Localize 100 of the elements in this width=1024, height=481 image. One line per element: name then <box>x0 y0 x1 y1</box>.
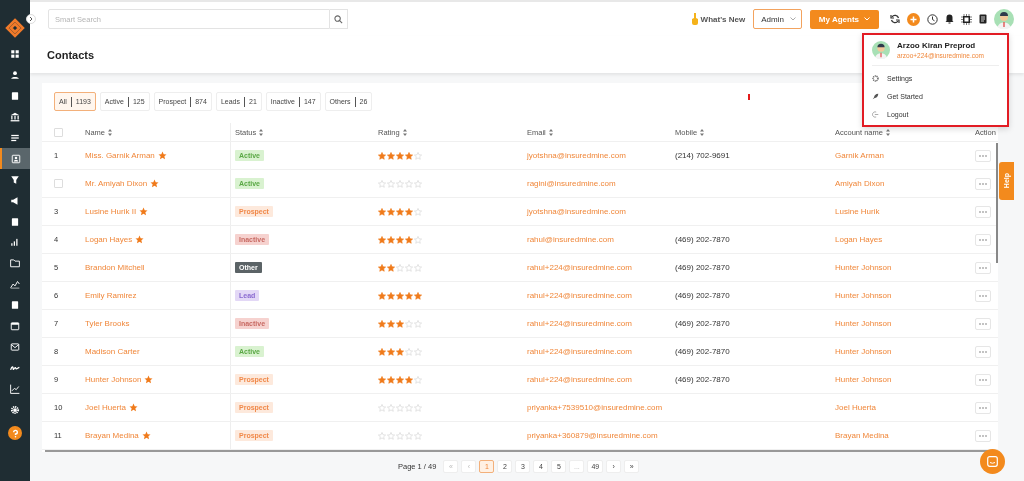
contact-name-link[interactable]: Lusine Hurik II <box>85 207 137 216</box>
contact-name-link[interactable]: Brayan Medina <box>85 431 139 440</box>
account-name-link[interactable]: Lusine Hurik <box>835 207 880 216</box>
phone-number: (469) 202-7870 <box>675 291 730 300</box>
row-checkbox[interactable] <box>54 179 63 188</box>
favorite-star-icon[interactable] <box>135 235 145 244</box>
contact-name-link[interactable]: Madison Carter <box>85 347 140 356</box>
dots-icon <box>979 322 987 325</box>
phone-number: (214) 702-9691 <box>675 151 730 160</box>
account-name-link[interactable]: Brayan Medina <box>835 431 889 440</box>
account-name-link[interactable]: Hunter Johnson <box>835 263 892 272</box>
megaphone-icon <box>10 195 20 206</box>
hand-icon <box>690 13 699 25</box>
bar-chart-icon <box>10 237 20 248</box>
logo-icon[interactable] <box>4 18 26 40</box>
user-name: Arzoo Kiran Preprod <box>897 41 977 50</box>
email-link[interactable]: rahul+224@insuredmine.com <box>527 319 632 328</box>
sort-icon[interactable] <box>885 128 890 136</box>
gear-icon <box>872 74 879 82</box>
favorite-star-icon[interactable] <box>141 431 151 440</box>
logout-icon <box>872 110 879 118</box>
role-select[interactable]: Admin <box>753 9 802 29</box>
dots-icon <box>979 210 987 213</box>
caret-icon <box>789 17 796 21</box>
contact-name-link[interactable]: Logan Hayes <box>85 235 133 244</box>
contact-name-link[interactable]: Brandon Mitchell <box>85 263 145 272</box>
account-name-link[interactable]: Joel Huerta <box>835 403 876 412</box>
account-name-link[interactable]: Amiyah Dixon <box>835 179 885 188</box>
dots-icon <box>979 406 987 409</box>
account-name-link[interactable]: Hunter Johnson <box>835 319 892 328</box>
contact-name-link[interactable]: Mr. Amiyah Dixon <box>85 179 148 188</box>
chat-button[interactable] <box>980 449 1005 474</box>
account-name-link[interactable]: Hunter Johnson <box>835 291 892 300</box>
sort-icon[interactable] <box>259 128 264 136</box>
person-icon <box>10 70 20 81</box>
filter-icon <box>10 174 20 185</box>
account-name-link[interactable]: Hunter Johnson <box>835 375 892 384</box>
contact-name-link[interactable]: Emily Ramirez <box>85 291 137 300</box>
refresh-icon[interactable] <box>890 14 900 24</box>
email-link[interactable]: rahul+224@insuredmine.com <box>527 263 632 272</box>
search-button[interactable] <box>330 9 348 29</box>
email-link[interactable]: jyotshna@insuredmine.com <box>527 151 626 160</box>
contact-name-link[interactable]: Tyler Brooks <box>85 319 130 328</box>
sort-icon[interactable] <box>402 128 407 136</box>
document-icon[interactable] <box>979 14 987 24</box>
chart-icon <box>10 279 20 290</box>
phone-number: (469) 202-7870 <box>675 347 730 356</box>
empty-star-icon <box>414 207 422 216</box>
email-link[interactable]: priyanka+7539510@insuredmine.com <box>527 403 663 412</box>
contact-card-icon <box>11 153 21 164</box>
dots-icon <box>979 154 987 157</box>
chip-icon[interactable] <box>961 13 972 25</box>
bank-icon <box>10 112 20 123</box>
dots-icon <box>979 238 987 241</box>
empty-star-icon <box>414 235 422 244</box>
contact-name-link[interactable]: Joel Huerta <box>85 403 126 412</box>
sidebar-item[interactable] <box>0 148 30 170</box>
chevron-icon <box>28 16 34 22</box>
dots-icon <box>979 266 987 269</box>
favorite-star-icon[interactable] <box>139 207 149 216</box>
avatar-icon[interactable] <box>994 9 1014 29</box>
phone-number: (469) 202-7870 <box>675 375 730 384</box>
favorite-star-icon[interactable] <box>157 151 167 160</box>
help-icon[interactable] <box>8 426 22 441</box>
email-link[interactable]: priyanka+360879@insuredmine.com <box>527 431 658 440</box>
email-link[interactable]: jyotshna@insuredmine.com <box>527 207 626 216</box>
chat-icon <box>987 456 998 467</box>
select-all-checkbox[interactable] <box>54 127 63 137</box>
my-agents-button[interactable]: My Agents <box>809 9 879 29</box>
list-icon <box>10 133 20 143</box>
dots-icon <box>979 350 987 353</box>
account-name-link[interactable]: Logan Hayes <box>835 235 883 244</box>
scrollbar[interactable] <box>996 143 998 263</box>
sort-icon[interactable] <box>108 128 112 136</box>
favorite-star-icon[interactable] <box>128 403 138 412</box>
contact-name-link[interactable]: Hunter Johnson <box>85 375 142 384</box>
sort-icon[interactable] <box>700 128 705 136</box>
email-link[interactable]: rahul+224@insuredmine.com <box>527 291 632 300</box>
mail-icon <box>10 341 20 352</box>
email-link[interactable]: ragini@insuredmine.com <box>527 179 616 188</box>
whats-new-link[interactable]: What's New <box>700 14 746 24</box>
email-link[interactable]: rahul+224@insuredmine.com <box>527 347 632 356</box>
account-name-link[interactable]: Garnik Arman <box>835 151 884 160</box>
contact-name-link[interactable]: Miss. Garnik Arman <box>85 151 155 160</box>
document-icon <box>10 216 20 227</box>
favorite-star-icon[interactable] <box>144 375 154 384</box>
favorite-star-icon[interactable] <box>150 179 160 188</box>
phone-number: (469) 202-7870 <box>675 319 730 328</box>
bell-icon[interactable] <box>945 14 954 24</box>
account-name-link[interactable]: Hunter Johnson <box>835 347 892 356</box>
email-link[interactable]: rahul+224@insuredmine.com <box>527 375 632 384</box>
sort-icon[interactable] <box>548 128 553 136</box>
dots-icon <box>979 434 987 437</box>
email-link[interactable]: rahul@insuredmine.com <box>527 235 614 244</box>
line-chart-icon <box>10 383 20 394</box>
page-title: Contacts <box>47 48 95 61</box>
clock-icon[interactable] <box>927 13 938 25</box>
avatar-icon <box>872 41 890 59</box>
phone-number: (469) 202-7870 <box>675 263 730 272</box>
add-icon[interactable] <box>907 12 920 26</box>
